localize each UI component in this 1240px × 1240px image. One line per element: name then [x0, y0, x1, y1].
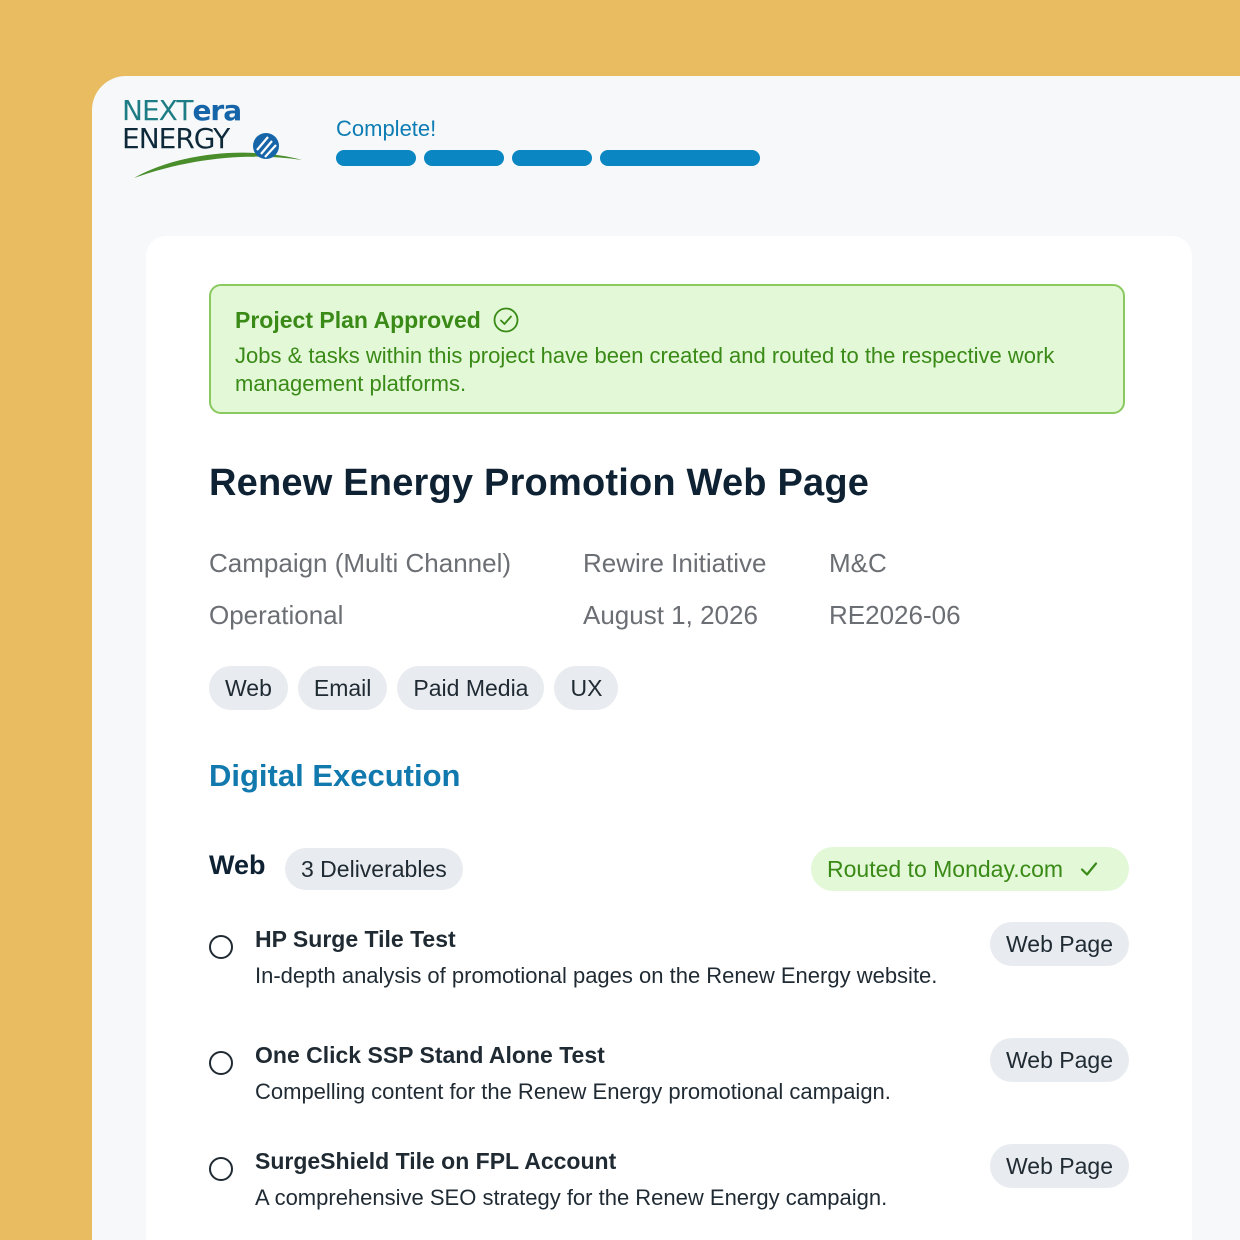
tag-web[interactable]: Web: [209, 666, 288, 710]
progress-segment-1: [336, 150, 416, 166]
tag-ux[interactable]: UX: [554, 666, 619, 710]
project-date: August 1, 2026: [583, 600, 758, 630]
deliverable-type-badge: Web Page: [990, 1144, 1129, 1188]
deliverable-radio[interactable]: [209, 1157, 233, 1181]
alert-body: Jobs & tasks within this project have be…: [235, 343, 1055, 396]
group-name: Web: [209, 850, 266, 880]
deliverable-radio[interactable]: [209, 935, 233, 959]
progress-segment-3: [512, 150, 592, 166]
project-department: M&C: [829, 548, 887, 578]
progress-bars: [336, 150, 760, 166]
deliverable-type-badge: Web Page: [990, 1038, 1129, 1082]
project-code: RE2026-06: [829, 600, 961, 630]
deliverables-count-badge: 3 Deliverables: [285, 848, 463, 890]
progress-segment-2: [424, 150, 504, 166]
tag-email[interactable]: Email: [297, 666, 388, 710]
check-circle-icon: [493, 307, 519, 333]
nextera-energy-logo: NEXTera ENERGY: [120, 96, 310, 186]
deliverable-type-badge: Web Page: [990, 922, 1129, 966]
deliverable-title: One Click SSP Stand Alone Test: [255, 1042, 605, 1068]
progress-segment-4: [600, 150, 760, 166]
channel-tags: Web Email Paid Media UX: [209, 666, 619, 710]
tag-paid-media[interactable]: Paid Media: [397, 666, 545, 710]
logo-line-2: ENERGY: [122, 122, 230, 155]
alert-title: Project Plan Approved: [235, 304, 1099, 336]
progress-indicator: Complete!: [336, 114, 760, 166]
app-window: NEXTera ENERGY Complete! Project Plan Ap…: [92, 76, 1240, 1240]
deliverable-title: SurgeShield Tile on FPL Account: [255, 1148, 617, 1174]
project-category: Operational: [209, 600, 344, 630]
section-title: Digital Execution: [209, 758, 461, 793]
deliverable-description: In-depth analysis of promotional pages o…: [255, 963, 938, 988]
deliverable-description: Compelling content for the Renew Energy …: [255, 1079, 891, 1104]
approval-alert: Project Plan Approved Jobs & tasks withi…: [209, 284, 1125, 414]
deliverable-title: HP Surge Tile Test: [255, 926, 456, 952]
project-title: Renew Energy Promotion Web Page: [209, 462, 870, 504]
deliverable-radio[interactable]: [209, 1051, 233, 1075]
progress-label: Complete!: [336, 116, 437, 141]
checkmark-icon: [1080, 862, 1098, 876]
routed-status-badge: Routed to Monday.com: [811, 847, 1129, 891]
project-type: Campaign (Multi Channel): [209, 548, 512, 578]
project-card: Project Plan Approved Jobs & tasks withi…: [146, 236, 1192, 1240]
project-initiative: Rewire Initiative: [583, 548, 767, 578]
deliverable-description: A comprehensive SEO strategy for the Ren…: [255, 1185, 888, 1210]
